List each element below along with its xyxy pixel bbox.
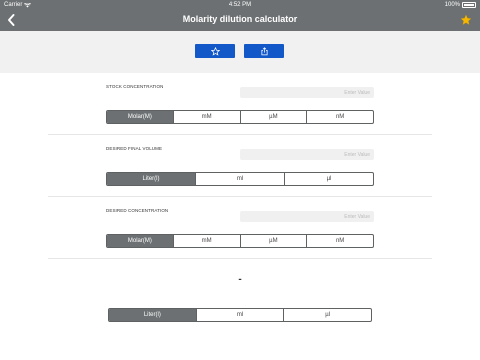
battery-icon: [462, 2, 476, 8]
toolbar: [0, 31, 480, 73]
stock-concentration-input[interactable]: [240, 87, 374, 98]
conc-unit-nm[interactable]: nM: [306, 235, 373, 247]
final-volume-label: DESIRED FINAL VOLUME: [106, 146, 163, 151]
stock-unit-mm[interactable]: mM: [172, 111, 240, 123]
result-value: -: [238, 274, 242, 285]
battery-label: 100%: [444, 2, 460, 8]
desired-concentration-label: DESIRED CONCENTRATION: [106, 208, 169, 213]
status-bar: Carrier 4:52 PM 100%: [0, 0, 480, 11]
stock-unit-nm[interactable]: nM: [306, 111, 373, 123]
favorite-button[interactable]: [460, 13, 472, 25]
desired-concentration-input[interactable]: [240, 211, 374, 222]
star-outline-icon: [210, 46, 220, 56]
conc-unit-molar[interactable]: Molar(M): [107, 235, 173, 247]
stock-unit-selector[interactable]: Molar(M) mM µM nM: [106, 110, 374, 124]
share-button[interactable]: [244, 44, 284, 58]
stock-unit-um[interactable]: µM: [239, 111, 307, 123]
star-icon: [460, 14, 472, 25]
status-time: 4:52 PM: [228, 2, 252, 8]
share-icon: [261, 46, 267, 55]
result-unit-ul[interactable]: µl: [283, 309, 371, 321]
final-volume-unit-selector[interactable]: Liter(l) ml µl: [106, 172, 374, 186]
battery-indicator: 100%: [445, 2, 476, 8]
section-divider: [48, 134, 432, 135]
section-divider: [48, 196, 432, 197]
volume-unit-ml[interactable]: ml: [195, 173, 284, 185]
section-divider: [48, 258, 432, 259]
final-volume-input[interactable]: [240, 149, 374, 160]
stock-unit-molar[interactable]: Molar(M): [107, 111, 173, 123]
volume-unit-liter[interactable]: Liter(l): [107, 173, 195, 185]
result-unit-selector[interactable]: Liter(l) ml µl: [108, 308, 372, 322]
result-unit-liter[interactable]: Liter(l): [109, 309, 196, 321]
add-favorite-button[interactable]: [195, 44, 235, 58]
conc-unit-um[interactable]: µM: [239, 235, 307, 247]
stock-concentration-label: STOCK CONCENTRATION: [106, 84, 164, 89]
page-title: Molarity dilution calculator: [182, 14, 298, 24]
desired-conc-unit-selector[interactable]: Molar(M) mM µM nM: [106, 234, 374, 248]
result-unit-ml[interactable]: ml: [195, 309, 284, 321]
volume-unit-ul[interactable]: µl: [284, 173, 373, 185]
conc-unit-mm[interactable]: mM: [172, 235, 240, 247]
